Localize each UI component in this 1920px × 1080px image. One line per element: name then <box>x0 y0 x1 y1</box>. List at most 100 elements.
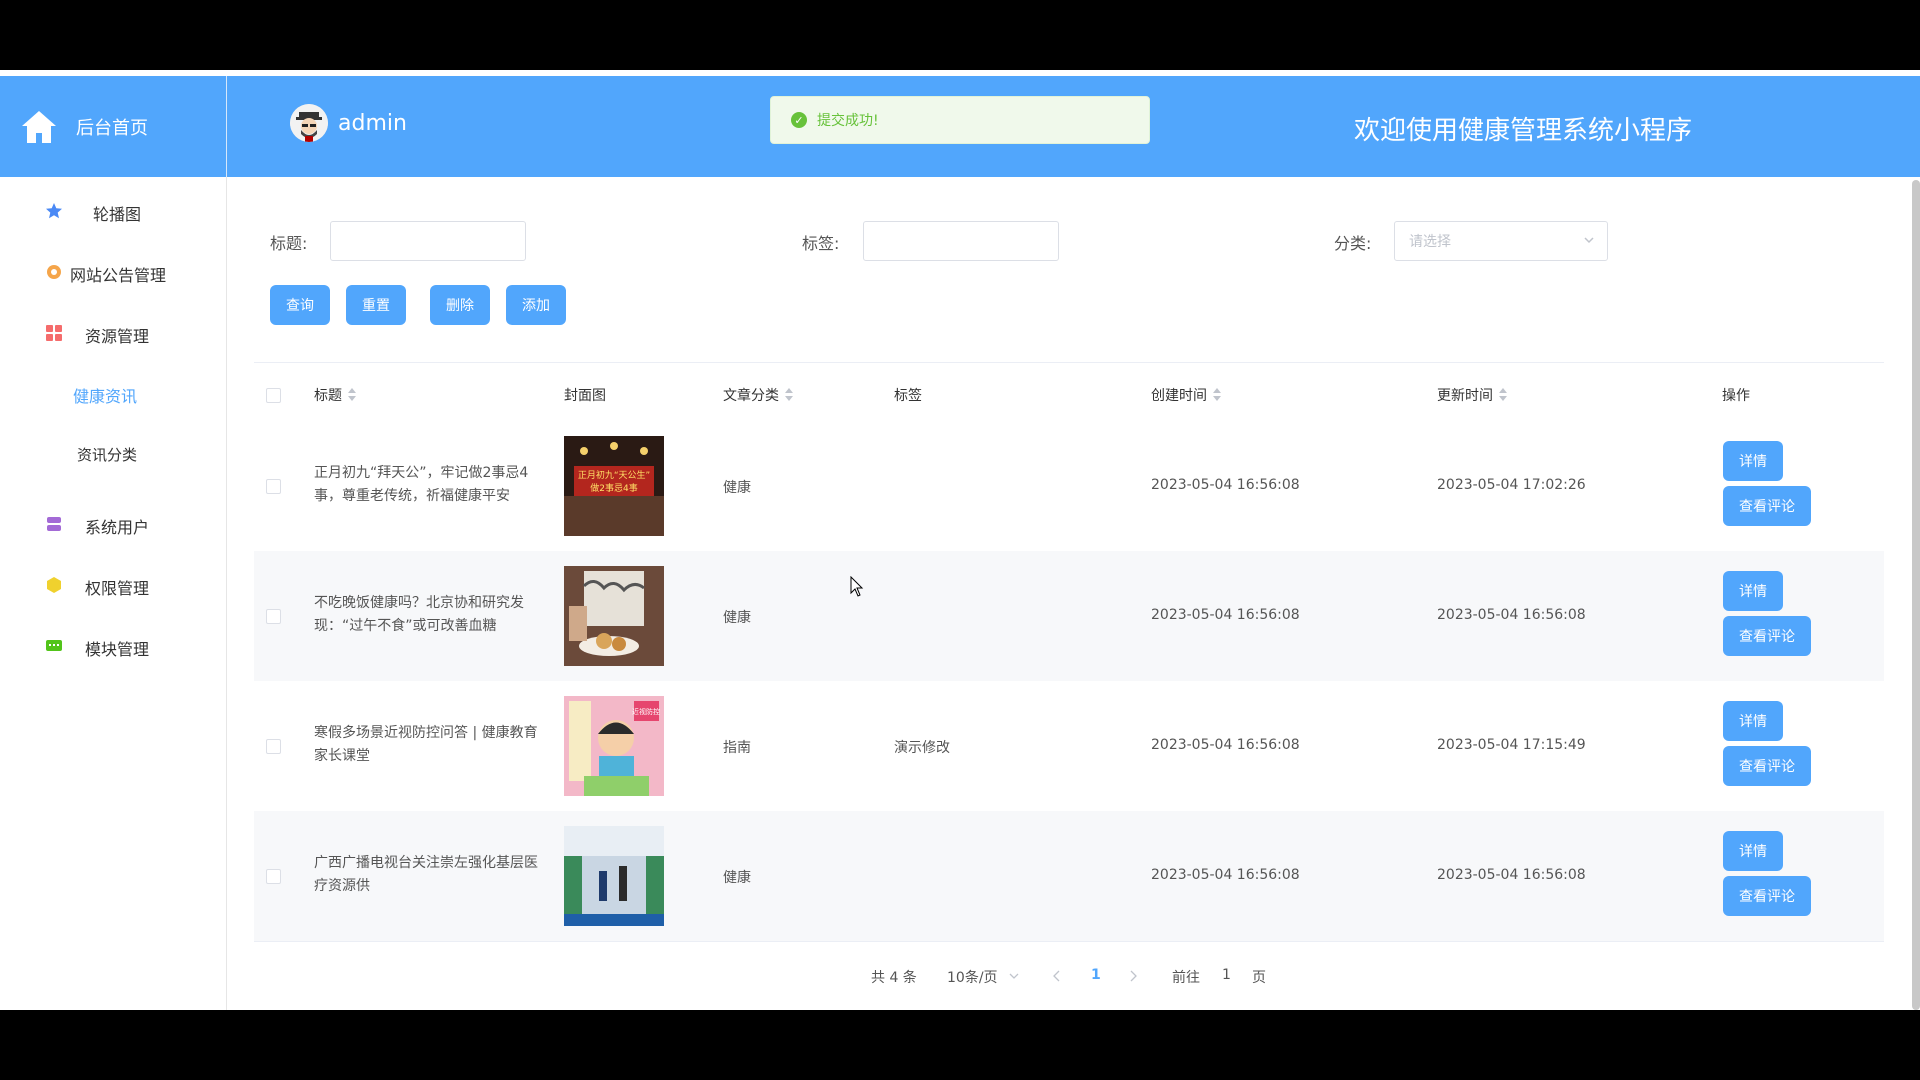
sidebar-item-permissions[interactable]: 权限管理 <box>0 560 226 610</box>
detail-button[interactable]: 详情 <box>1723 571 1783 611</box>
column-header-label: 封面图 <box>564 388 606 404</box>
row-updated: 2023-05-04 16:56:08 <box>1437 607 1586 623</box>
row-checkbox[interactable] <box>266 739 281 754</box>
reset-button[interactable]: 重置 <box>346 285 406 325</box>
row-checkbox[interactable] <box>266 869 281 884</box>
column-header-category[interactable]: 文章分类 <box>723 385 793 405</box>
detail-button[interactable]: 详情 <box>1723 831 1783 871</box>
column-header-label: 创建时间 <box>1151 388 1207 404</box>
cover-image[interactable] <box>564 826 664 926</box>
column-header-label: 标签 <box>894 388 922 404</box>
query-button[interactable]: 查询 <box>270 285 330 325</box>
sidebar-item-carousel[interactable]: 轮播图 <box>0 186 226 236</box>
sidebar-item-label: 系统用户 <box>85 518 150 537</box>
view-comments-button[interactable]: 查看评论 <box>1723 486 1811 526</box>
tag-filter-label: 标签: <box>802 234 840 253</box>
page-size-select[interactable]: 10条/页 <box>947 967 998 987</box>
chevron-down-icon[interactable] <box>1009 971 1019 981</box>
category-select[interactable]: 请选择 <box>1394 221 1608 261</box>
column-header-tag: 标签 <box>894 385 922 405</box>
table-row: 寒假多场景近视防控问答 | 健康教育家长课堂 近视防控 指南 演示修改 2023… <box>254 681 1884 811</box>
column-header-label: 标题 <box>314 388 342 404</box>
goto-suffix: 页 <box>1252 970 1266 986</box>
sidebar-item-label: 轮播图 <box>93 205 142 224</box>
row-updated: 2023-05-04 17:02:26 <box>1437 477 1586 493</box>
sort-icon[interactable] <box>348 388 356 402</box>
row-created: 2023-05-04 16:56:08 <box>1151 867 1300 883</box>
row-created: 2023-05-04 16:56:08 <box>1151 737 1300 753</box>
welcome-title: 欢迎使用健康管理系统小程序 <box>1354 116 1693 146</box>
row-checkbox[interactable] <box>266 609 281 624</box>
column-header-label: 操作 <box>1722 388 1750 404</box>
cover-caption: 近视防控 <box>632 707 660 716</box>
sidebar-item-announcements[interactable]: 网站公告管理 <box>0 247 226 297</box>
detail-button[interactable]: 详情 <box>1723 701 1783 741</box>
check-circle-icon: ✓ <box>791 112 807 128</box>
row-category: 指南 <box>723 740 751 756</box>
sidebar-subitem-news-category[interactable]: 资讯分类 <box>0 430 226 480</box>
sort-icon[interactable] <box>1213 388 1221 402</box>
main-content: 标题: 标签: 分类: 请选择 查询 重置 删除 添加 标题 封面图 文章分类 … <box>237 177 1897 1010</box>
column-header-cover: 封面图 <box>564 385 606 405</box>
row-created: 2023-05-04 16:56:08 <box>1151 477 1300 493</box>
sidebar-item-label: 资讯分类 <box>77 446 138 464</box>
row-category: 健康 <box>723 480 751 496</box>
select-all-checkbox[interactable] <box>266 388 281 403</box>
column-header-ops: 操作 <box>1722 385 1750 405</box>
sidebar-item-system-users[interactable]: 系统用户 <box>0 499 226 549</box>
row-title: 不吃晚饭健康吗？北京协和研究发现：“过午不食”或可改善血糖 <box>314 595 524 634</box>
view-comments-button[interactable]: 查看评论 <box>1723 876 1811 916</box>
title-filter-label: 标题: <box>270 234 308 253</box>
row-title: 正月初九“拜天公”，牢记做2事忌4事，尊重老传统，祈福健康平安 <box>314 465 529 504</box>
home-icon <box>22 111 56 143</box>
sort-icon[interactable] <box>1499 388 1507 402</box>
news-table: 标题 封面图 文章分类 标签 创建时间 更新时间 操作 正月初九“拜天公”，牢记… <box>254 362 1884 942</box>
brand-label: 后台首页 <box>76 118 148 139</box>
row-category: 健康 <box>723 610 751 626</box>
category-filter-label: 分类: <box>1334 234 1372 253</box>
row-title: 寒假多场景近视防控问答 | 健康教育家长课堂 <box>314 725 538 764</box>
column-header-created[interactable]: 创建时间 <box>1151 385 1221 405</box>
toast-message: 提交成功! <box>817 113 879 129</box>
row-updated: 2023-05-04 17:15:49 <box>1437 737 1586 753</box>
sort-icon[interactable] <box>785 388 793 402</box>
row-title: 广西广播电视台关注崇左强化基层医疗资源供 <box>314 855 538 894</box>
brand-home-link[interactable]: 后台首页 <box>0 76 227 177</box>
sidebar-item-resources[interactable]: 资源管理 <box>0 308 226 358</box>
sidebar: 轮播图 网站公告管理 资源管理 健康资讯 资讯分类 系统用户 权限管理 模块管理 <box>0 177 227 1010</box>
chat-icon <box>46 640 62 651</box>
row-checkbox[interactable] <box>266 479 281 494</box>
shield-icon <box>47 577 61 593</box>
detail-button[interactable]: 详情 <box>1723 441 1783 481</box>
cover-image[interactable]: 近视防控 <box>564 696 664 796</box>
sidebar-item-label: 健康资讯 <box>73 387 138 406</box>
mouse-cursor-icon <box>850 576 864 597</box>
row-updated: 2023-05-04 16:56:08 <box>1437 867 1586 883</box>
chevron-left-icon[interactable] <box>1052 970 1062 982</box>
row-created: 2023-05-04 16:56:08 <box>1151 607 1300 623</box>
add-button[interactable]: 添加 <box>506 285 566 325</box>
table-row: 正月初九“拜天公”，牢记做2事忌4事，尊重老传统，祈福健康平安 正月初九“天公生… <box>254 421 1884 551</box>
row-category: 健康 <box>723 870 751 886</box>
table-row: 广西广播电视台关注崇左强化基层医疗资源供 健康 2023-05-04 16:56… <box>254 811 1884 941</box>
sidebar-item-label: 资源管理 <box>85 327 150 346</box>
delete-button[interactable]: 删除 <box>430 285 490 325</box>
table-row: 不吃晚饭健康吗？北京协和研究发现：“过午不食”或可改善血糖 健康 2023-05… <box>254 551 1884 681</box>
cover-image[interactable] <box>564 566 664 666</box>
sidebar-subitem-health-news[interactable]: 健康资讯 <box>0 369 226 419</box>
cover-image[interactable]: 正月初九“天公生” 做2事忌4事 <box>564 436 664 536</box>
page-scrollbar[interactable] <box>1912 180 1920 1010</box>
user-menu[interactable]: admin <box>290 104 407 142</box>
view-comments-button[interactable]: 查看评论 <box>1723 746 1811 786</box>
goto-page-input[interactable]: 1 <box>1222 967 1231 983</box>
tag-filter-input[interactable] <box>863 221 1059 261</box>
title-filter-input[interactable] <box>330 221 526 261</box>
view-comments-button[interactable]: 查看评论 <box>1723 616 1811 656</box>
category-select-placeholder: 请选择 <box>1409 234 1451 250</box>
chevron-down-icon <box>1584 237 1594 244</box>
column-header-updated[interactable]: 更新时间 <box>1437 385 1507 405</box>
column-header-title[interactable]: 标题 <box>314 385 356 405</box>
page-number-current[interactable]: 1 <box>1091 967 1101 983</box>
chevron-right-icon[interactable] <box>1128 970 1138 982</box>
sidebar-item-modules[interactable]: 模块管理 <box>0 621 226 671</box>
